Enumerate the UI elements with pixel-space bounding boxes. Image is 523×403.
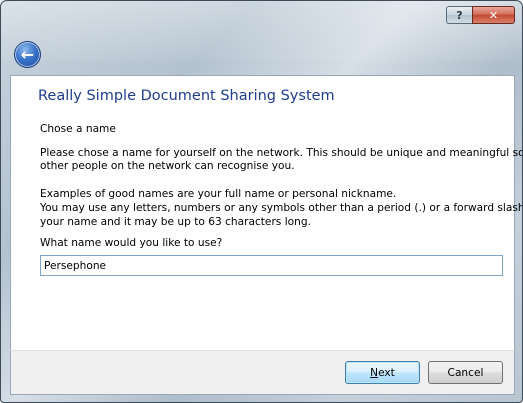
examples-line-2: You may use any letters, numbers or any … xyxy=(40,202,523,214)
close-icon: ✕ xyxy=(488,8,499,22)
section-label: Chose a name xyxy=(40,123,116,135)
next-access-key: N xyxy=(370,366,379,379)
caption-buttons: ? ✕ xyxy=(446,6,515,24)
wizard-content-panel: Really Simple Document Sharing System Ch… xyxy=(10,75,522,351)
next-label: ext xyxy=(378,366,395,379)
examples-line-1: Examples of good names are your full nam… xyxy=(40,188,397,200)
next-button[interactable]: Next xyxy=(345,361,420,384)
title-bar xyxy=(1,1,522,61)
wizard-window: ? ✕ ← Really Simple Document Sharing Sys… xyxy=(0,0,523,403)
name-input[interactable] xyxy=(40,255,503,276)
close-button[interactable]: ✕ xyxy=(472,6,515,24)
cancel-button[interactable]: Cancel xyxy=(428,361,503,384)
examples-line-3: your name and it may be up to 63 charact… xyxy=(40,216,311,228)
button-bar: Next Cancel xyxy=(10,350,515,395)
help-button[interactable]: ? xyxy=(446,6,472,24)
description-line-1: Please chose a name for yourself on the … xyxy=(40,147,523,159)
back-button[interactable]: ← xyxy=(14,41,41,68)
name-prompt-label: What name would you like to use? xyxy=(40,237,223,249)
back-arrow-icon: ← xyxy=(20,45,35,64)
wizard-title: Really Simple Document Sharing System xyxy=(38,88,335,104)
description-line-2: other people on the network can recognis… xyxy=(40,160,295,172)
